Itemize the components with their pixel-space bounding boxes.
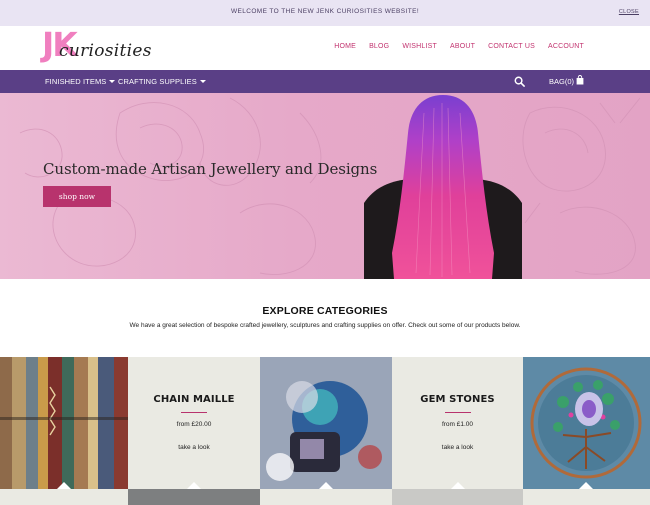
category-tiles: CHAIN MAILLE from £20.00 take a look GEM…: [0, 357, 650, 505]
announcement-bar: WELCOME TO THE NEW JENK CURIOSITIES WEBS…: [0, 0, 650, 26]
explore-categories-section: EXPLORE CATEGORIES We have a great selec…: [0, 279, 650, 357]
tile-row2-light: [260, 489, 392, 505]
category-name: CHAIN MAILLE: [153, 394, 235, 405]
logo-script: curiosities: [59, 41, 152, 61]
announcement-close-link[interactable]: CLOSE: [619, 9, 639, 15]
shopping-bag-icon[interactable]: [576, 75, 584, 85]
site-logo[interactable]: JK curiosities: [42, 28, 162, 64]
nav-wishlist[interactable]: WISHLIST: [402, 43, 437, 50]
tree-of-life-pendant-photo-tile[interactable]: [523, 357, 650, 489]
nav-contact-us[interactable]: CONTACT US: [488, 43, 535, 50]
tile-row2-light: [0, 489, 128, 505]
hero-model-photo: [364, 95, 522, 279]
search-icon[interactable]: [514, 76, 525, 87]
divider: [181, 412, 207, 413]
nav-about[interactable]: ABOUT: [450, 43, 475, 50]
tile-notch: [187, 482, 201, 489]
main-navigation: FINISHED ITEMS CRAFTING SUPPLIES BAG(0): [0, 70, 650, 93]
tile-row2-light: [523, 489, 650, 505]
bag-link[interactable]: BAG(0): [549, 77, 574, 86]
category-name: GEM STONES: [420, 394, 495, 405]
take-a-look-link[interactable]: take a look: [392, 444, 523, 451]
hero-banner: Custom-made Artisan Jewellery and Design…: [0, 93, 650, 279]
tile-notch: [450, 482, 465, 489]
wooden-planks-photo-tile[interactable]: [0, 357, 128, 489]
category-price: from £20.00: [176, 421, 212, 428]
category-tile-gem-stones[interactable]: GEM STONES from £1.00 take a look: [392, 357, 523, 489]
chevron-down-icon: [109, 80, 116, 83]
explore-description: We have a great selection of bespoke cra…: [129, 322, 521, 329]
menu-crafting-supplies[interactable]: CRAFTING SUPPLIES: [118, 77, 206, 86]
nav-account[interactable]: ACCOUNT: [548, 43, 584, 50]
menu-finished-items-label: FINISHED ITEMS: [45, 77, 107, 86]
shop-now-button[interactable]: shop now: [43, 186, 111, 207]
tile-row2-photo: [128, 489, 260, 505]
site-header: JK curiosities HOME BLOG WISHLIST ABOUT …: [0, 26, 650, 70]
category-tile-chain-maille[interactable]: CHAIN MAILLE from £20.00 take a look: [128, 357, 260, 489]
category-price: from £1.00: [441, 421, 474, 428]
divider: [444, 412, 471, 413]
top-navigation: HOME BLOG WISHLIST ABOUT CONTACT US ACCO…: [321, 43, 584, 50]
hero-title: Custom-made Artisan Jewellery and Design…: [43, 160, 378, 178]
nav-blog[interactable]: BLOG: [369, 43, 389, 50]
announcement-text: WELCOME TO THE NEW JENK CURIOSITIES WEBS…: [230, 8, 420, 15]
chevron-down-icon: [199, 80, 206, 83]
explore-title: EXPLORE CATEGORIES: [262, 305, 388, 317]
tile-row2-photo: [392, 489, 523, 505]
resin-sphere-photo-tile[interactable]: [260, 357, 392, 489]
nav-home[interactable]: HOME: [334, 43, 356, 50]
menu-crafting-supplies-label: CRAFTING SUPPLIES: [118, 77, 197, 86]
menu-finished-items[interactable]: FINISHED ITEMS: [45, 77, 116, 86]
take-a-look-link[interactable]: take a look: [128, 444, 260, 451]
